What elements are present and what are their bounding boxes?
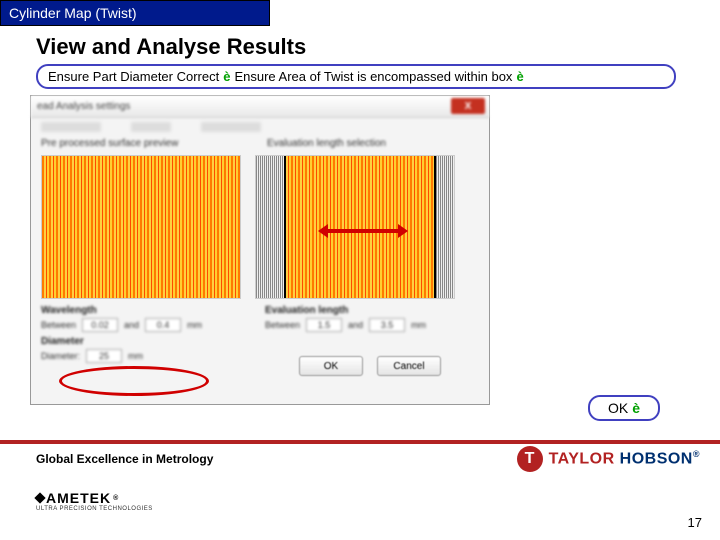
arrow-icon: è (223, 69, 230, 84)
taylor-hobson-logo: T TAYLOR HOBSON® (517, 446, 700, 472)
registered-icon: ® (113, 495, 119, 502)
preview-row (31, 151, 489, 303)
close-icon: X (465, 101, 472, 112)
right-panel-label: Evaluation length selection (267, 138, 386, 149)
surface-texture (42, 156, 240, 298)
arrow-icon: è (632, 400, 640, 416)
eval-length-group-label: Evaluation length (255, 303, 465, 316)
unit-label: mm (128, 351, 143, 361)
wavelength-from-input[interactable]: 0.02 (82, 318, 118, 332)
between-label: Between (41, 320, 76, 330)
cancel-button[interactable]: Cancel (377, 356, 441, 376)
eval-to-input[interactable]: 3.5 (369, 318, 405, 332)
slide-title-bar: Cylinder Map (Twist) (0, 0, 270, 26)
arrow-line (326, 229, 400, 233)
ametek-logo: AMETEK® ULTRA PRECISION TECHNOLOGIES (36, 490, 153, 512)
analysis-settings-dialog: ead Analysis settings X Pre processed su… (30, 95, 490, 405)
instruction-callout: Ensure Part Diameter Correct è Ensure Ar… (36, 64, 676, 89)
dialog-title: ead Analysis settings (31, 101, 130, 112)
registered-icon: ® (693, 449, 700, 459)
arrow-right-icon (398, 224, 408, 238)
instruction-callout-row: Ensure Part Diameter Correct è Ensure Ar… (36, 64, 684, 89)
diameter-group-label: Diameter (31, 334, 241, 347)
eval-length-fields: Between 1.5 and 3.5 mm (255, 316, 465, 334)
and-label: and (348, 320, 363, 330)
surface-preview-left (41, 155, 241, 299)
close-button[interactable]: X (451, 98, 485, 114)
diameter-field-label: Diameter: (41, 351, 80, 361)
ok-callout: OK è (588, 395, 660, 421)
brand-part1: TAYLOR (549, 451, 615, 468)
arrow-icon: è (516, 69, 523, 84)
eval-from-input[interactable]: 1.5 (306, 318, 342, 332)
callout-text-1: Ensure Part Diameter Correct (48, 69, 219, 84)
panel-labels: Pre processed surface preview Evaluation… (31, 136, 489, 151)
surface-preview-right (255, 155, 455, 299)
logo-text: TAYLOR HOBSON® (549, 449, 700, 468)
footer-divider (0, 440, 720, 444)
dialog-titlebar: ead Analysis settings X (31, 96, 489, 118)
and-label: and (124, 320, 139, 330)
between-label: Between (265, 320, 300, 330)
unit-label: mm (411, 320, 426, 330)
footer-tagline: Global Excellence in Metrology (36, 452, 213, 466)
ametek-main: AMETEK® (36, 490, 153, 506)
callout-text-2: Ensure Area of Twist is encompassed with… (234, 69, 512, 84)
diamond-icon (34, 492, 45, 503)
selection-handle-left[interactable] (284, 156, 286, 298)
red-double-arrow (318, 224, 408, 238)
left-panel-label: Pre processed surface preview (41, 138, 241, 149)
page-number: 17 (688, 515, 702, 530)
ok-button[interactable]: OK (299, 356, 363, 376)
brand-part2: HOBSON (615, 451, 693, 468)
page-heading: View and Analyse Results (36, 34, 720, 60)
ametek-subtext: ULTRA PRECISION TECHNOLOGIES (36, 506, 153, 512)
wavelength-group-label: Wavelength (31, 303, 241, 316)
selection-handle-right[interactable] (434, 156, 436, 298)
ametek-text: AMETEK (46, 490, 111, 506)
diameter-fields: Diameter: 25 mm (31, 347, 241, 365)
ok-callout-text: OK (608, 400, 628, 416)
wavelength-to-input[interactable]: 0.4 (145, 318, 181, 332)
logo-circle-icon: T (517, 446, 543, 472)
wavelength-fields: Between 0.02 and 0.4 mm (31, 316, 241, 334)
unit-label: mm (187, 320, 202, 330)
diameter-input[interactable]: 25 (86, 349, 122, 363)
dialog-toolbar (31, 118, 489, 136)
